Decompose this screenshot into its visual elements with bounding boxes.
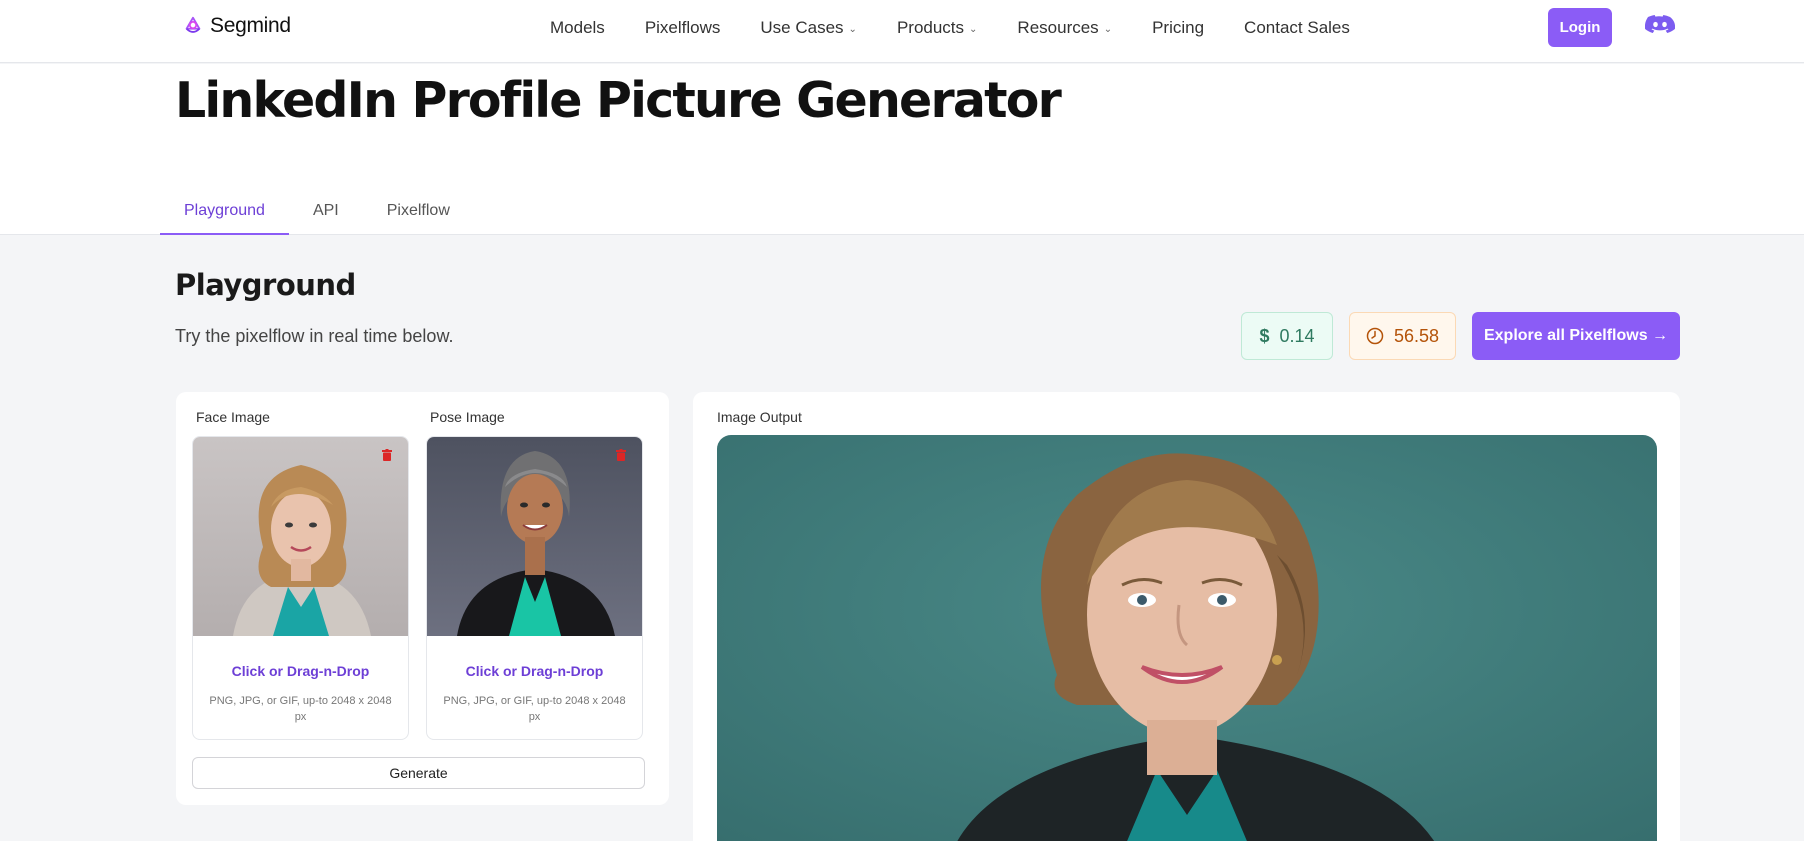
dollar-icon: $ <box>1259 325 1270 346</box>
cost-value: 0.14 <box>1279 325 1315 346</box>
playground-subtitle: Try the pixelflow in real time below. <box>175 326 454 346</box>
tab-playground[interactable]: Playground <box>160 192 289 235</box>
chevron-down-icon: ⌄ <box>969 23 978 35</box>
face-image-preview <box>193 437 408 636</box>
discord-icon[interactable] <box>1645 14 1675 38</box>
face-image-label: Face Image <box>196 409 270 425</box>
playground-title: Playground <box>175 268 356 302</box>
output-card: Image Output <box>693 392 1680 841</box>
generate-button[interactable]: Generate <box>192 757 645 789</box>
drop-title: Click or Drag-n-Drop <box>231 663 370 679</box>
pose-image-label: Pose Image <box>430 409 505 425</box>
image-output-label: Image Output <box>717 409 802 425</box>
tab-bar: Playground API Pixelflow <box>160 192 474 235</box>
menu-item-models[interactable]: Models <box>550 18 605 38</box>
time-value: 56.58 <box>1393 325 1440 346</box>
explore-pixelflows-button[interactable]: Explore all Pixelflows → <box>1472 312 1680 360</box>
delete-icon[interactable] <box>382 449 392 461</box>
hero-section: LinkedIn Profile Picture Generator Playg… <box>0 64 1804 235</box>
pose-image-uploader[interactable]: Click or Drag-n-Drop PNG, JPG, or GIF, u… <box>426 436 643 740</box>
page-title: LinkedIn Profile Picture Generator <box>175 72 1062 129</box>
menu-item-products[interactable]: Products ⌄ <box>897 18 977 38</box>
brand-name: Segmind <box>210 14 291 37</box>
time-badge: 56.58 <box>1349 312 1456 360</box>
chevron-down-icon: ⌄ <box>1103 23 1113 35</box>
output-image <box>717 435 1657 841</box>
drop-hint: PNG, JPG, or GIF, up-to 2048 x 2048 px <box>209 695 392 723</box>
top-nav: Segmind Models Pixelflows Use Cases ⌄ Pro… <box>0 0 1804 63</box>
cost-badge: $ 0.14 <box>1241 312 1333 360</box>
chevron-down-icon: ⌄ <box>848 23 857 35</box>
brand-logo[interactable]: Segmind <box>182 14 291 38</box>
drop-title: Click or Drag-n-Drop <box>465 663 604 679</box>
login-button[interactable]: Login <box>1548 8 1612 47</box>
pose-image-preview <box>427 437 642 636</box>
clock-icon <box>1366 327 1384 345</box>
delete-icon[interactable] <box>616 449 626 461</box>
menu-item-resources[interactable]: Resources ⌄ <box>1017 18 1112 38</box>
menu-item-pricing[interactable]: Pricing <box>1152 18 1204 38</box>
tab-pixelflow[interactable]: Pixelflow <box>363 192 474 235</box>
menu-item-use-cases[interactable]: Use Cases ⌄ <box>760 18 857 38</box>
menu-item-pixelflows[interactable]: Pixelflows <box>645 18 721 38</box>
segmind-logo-icon <box>185 16 201 33</box>
main-menu: Models Pixelflows Use Cases ⌄ Products ⌄ R… <box>550 18 1350 38</box>
menu-item-contact-sales[interactable]: Contact Sales <box>1244 18 1350 38</box>
tab-api[interactable]: API <box>289 192 363 235</box>
drop-hint: PNG, JPG, or GIF, up-to 2048 x 2048 px <box>443 695 626 723</box>
face-image-uploader[interactable]: Click or Drag-n-Drop PNG, JPG, or GIF, u… <box>192 436 409 740</box>
input-card: Face Image Pose Image Click or Drag-n-Dr… <box>176 392 669 805</box>
